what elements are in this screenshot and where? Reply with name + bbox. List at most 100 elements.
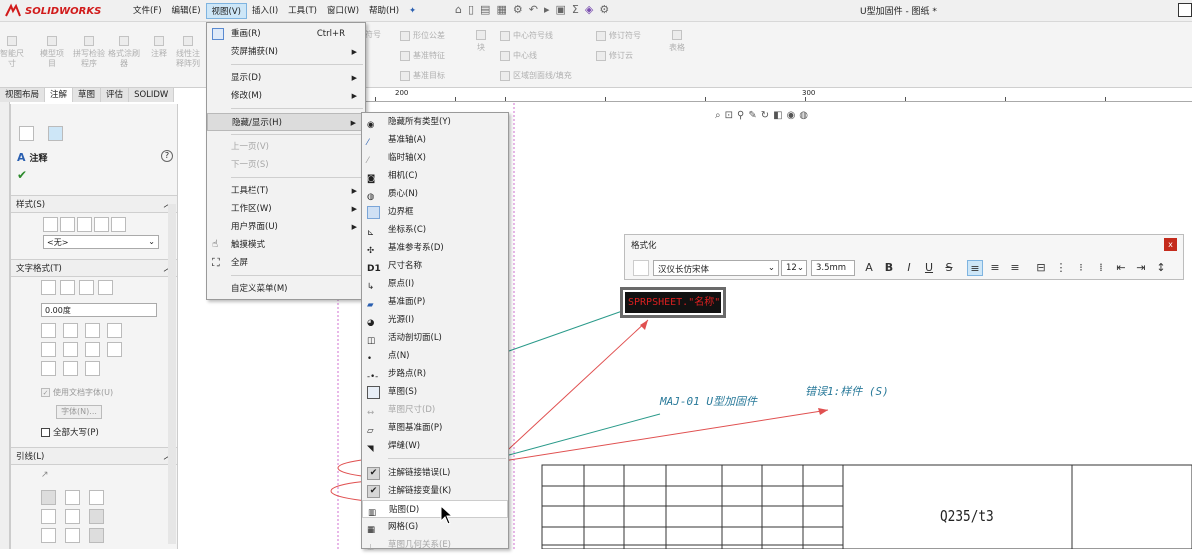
- error-note[interactable]: 错误1:样件 (S): [805, 383, 889, 399]
- submenu-item-sketch-relations[interactable]: ⊥ 草图几何关系(E): [362, 536, 508, 554]
- align-center-icon[interactable]: ≡: [987, 260, 1003, 276]
- submenu-item-lights[interactable]: ◕ 光源(I): [362, 311, 508, 329]
- submenu-item-routing-points[interactable]: -•- 步路点(R): [362, 365, 508, 383]
- underline-icon[interactable]: U: [921, 260, 937, 276]
- menu-item-modify[interactable]: 修改(M) ▶: [207, 87, 365, 105]
- reference-frame-icon: ✣: [367, 246, 375, 256]
- dimension-name-icon: D1: [367, 264, 381, 274]
- align-right-icon[interactable]: ≡: [1007, 260, 1023, 276]
- menu-separator: [231, 275, 363, 276]
- submenu-item-label: 相机(C): [388, 171, 418, 181]
- font-size-value: 12: [786, 263, 797, 273]
- menu-item-customize-menu[interactable]: 自定义菜单(M): [207, 280, 365, 298]
- submenu-item-annotation-link-variables[interactable]: ✔ 注解链接变量(K): [362, 482, 508, 500]
- menu-item-label: 修改(M): [231, 91, 262, 101]
- chevron-right-icon: ▶: [351, 92, 357, 100]
- submenu-item-bounding-box[interactable]: 边界框: [362, 203, 508, 221]
- temp-axis-icon: ⁄: [367, 156, 369, 166]
- chevron-right-icon: ▶: [351, 48, 357, 56]
- menu-item-next-page[interactable]: 下一页(S): [207, 156, 365, 174]
- submenu-item-axes[interactable]: ⁄ 基准轴(A): [362, 131, 508, 149]
- submenu-item-origins[interactable]: ↳ 原点(I): [362, 275, 508, 293]
- menu-item-touch-mode[interactable]: ☝ 触摸模式: [207, 236, 365, 254]
- submenu-item-coordinate-systems[interactable]: ⊾ 坐标系(C): [362, 221, 508, 239]
- sketch-icon: [367, 386, 380, 399]
- menu-item-label: 全屏: [231, 258, 249, 268]
- text-color-icon[interactable]: A: [861, 260, 877, 276]
- submenu-item-label: 网格(G): [388, 522, 419, 532]
- menu-item-hide-show[interactable]: 隐藏/显示(H) ▶: [207, 113, 365, 131]
- close-icon[interactable]: x: [1164, 238, 1177, 251]
- submenu-item-live-section-planes[interactable]: ◫ 活动剖切面(L): [362, 329, 508, 347]
- note-annotation[interactable]: SPRPSHEET."名称": [620, 287, 726, 318]
- align-left-icon[interactable]: ≡: [967, 260, 983, 276]
- menu-item-label: 重画(R): [231, 29, 261, 39]
- indent-increase-icon[interactable]: ⇥: [1133, 260, 1149, 276]
- font-dialog-icon[interactable]: [633, 260, 649, 276]
- submenu-item-decals[interactable]: ▥ 贴图(D): [362, 500, 508, 518]
- decal-icon: ▥: [368, 508, 377, 518]
- submenu-item-sketches[interactable]: 草图(S): [362, 383, 508, 401]
- stack-icon[interactable]: ⊟: [1033, 260, 1049, 276]
- point-icon: •: [367, 354, 373, 364]
- fraction-icon[interactable]: ⋮: [1053, 260, 1069, 276]
- center-of-mass-icon: ◍: [367, 192, 375, 202]
- numbering-icon[interactable]: ⁞: [1093, 260, 1109, 276]
- submenu-item-dimension-names[interactable]: D1 尺寸名称: [362, 257, 508, 275]
- bold-icon[interactable]: B: [881, 260, 897, 276]
- weld-icon: ◥: [367, 444, 374, 454]
- menu-item-fullscreen[interactable]: ⛶ 全屏: [207, 254, 365, 272]
- submenu-item-welds[interactable]: ◥ 焊缝(W): [362, 437, 508, 455]
- part-name-note[interactable]: MAJ-01 U型加固件: [660, 393, 757, 409]
- submenu-item-reference-frames[interactable]: ✣ 基准参考系(D): [362, 239, 508, 257]
- submenu-item-center-of-mass[interactable]: ◍ 质心(N): [362, 185, 508, 203]
- menu-item-screen-capture[interactable]: 荧屏捕获(N) ▶: [207, 43, 365, 61]
- mouse-cursor-icon: [440, 505, 454, 525]
- submenu-item-grid[interactable]: ▦ 网格(G): [362, 518, 508, 536]
- submenu-item-label: 基准面(P): [388, 297, 426, 307]
- plane-icon: ▰: [367, 300, 374, 310]
- text-height-input[interactable]: 3.5mm: [811, 260, 855, 276]
- submenu-item-label: 质心(N): [388, 189, 418, 199]
- menu-item-workspace[interactable]: 工作区(W) ▶: [207, 200, 365, 218]
- submenu-item-label: 点(N): [388, 351, 410, 361]
- menu-item-label: 下一页(S): [231, 160, 269, 170]
- indent-decrease-icon[interactable]: ⇤: [1113, 260, 1129, 276]
- submenu-item-label: 临时轴(X): [388, 153, 426, 163]
- text-height-value: 3.5mm: [816, 263, 847, 273]
- grid-icon: ▦: [367, 525, 376, 535]
- menu-item-label: 上一页(V): [231, 142, 269, 152]
- line-spacing-icon[interactable]: ↕: [1153, 260, 1169, 276]
- strikethrough-icon[interactable]: S: [941, 260, 957, 276]
- touch-icon: ☝: [212, 239, 219, 250]
- font-select[interactable]: 汉仪长仿宋体 ⌄: [653, 260, 779, 276]
- submenu-item-label: 活动剖切面(L): [388, 333, 442, 343]
- chevron-right-icon: ▶: [350, 119, 356, 127]
- redraw-icon: [212, 28, 224, 40]
- submenu-item-sketch-planes[interactable]: ▱ 草图基准面(P): [362, 419, 508, 437]
- menu-item-redraw[interactable]: 重画(R) Ctrl+R: [207, 25, 365, 43]
- menu-item-toolbars[interactable]: 工具栏(T) ▶: [207, 182, 365, 200]
- menu-item-previous-page[interactable]: 上一页(V): [207, 138, 365, 156]
- submenu-item-points[interactable]: • 点(N): [362, 347, 508, 365]
- submenu-item-hide-all-types[interactable]: ◉ 隐藏所有类型(Y): [362, 113, 508, 131]
- submenu-item-temp-axes[interactable]: ⁄ 临时轴(X): [362, 149, 508, 167]
- submenu-item-planes[interactable]: ▰ 基准面(P): [362, 293, 508, 311]
- menu-separator: [231, 134, 363, 135]
- submenu-item-sketch-dimensions[interactable]: ↔ 草图尺寸(D): [362, 401, 508, 419]
- submenu-item-cameras[interactable]: ◙ 相机(C): [362, 167, 508, 185]
- font-size-select[interactable]: 12 ⌄: [781, 260, 807, 276]
- format-toolbar-title: 格式化: [631, 241, 657, 251]
- italic-icon[interactable]: I: [901, 260, 917, 276]
- submenu-item-annotation-link-errors[interactable]: ✔ 注解链接错误(L): [362, 464, 508, 482]
- chevron-down-icon: ⌄: [796, 263, 804, 273]
- section-plane-icon: ◫: [367, 336, 376, 346]
- menu-item-user-interface[interactable]: 用户界面(U) ▶: [207, 218, 365, 236]
- bullets-icon[interactable]: ⁝: [1073, 260, 1089, 276]
- submenu-item-label: 草图(S): [388, 387, 418, 397]
- chevron-right-icon: ▶: [351, 205, 357, 213]
- format-toolbar: 格式化 x 汉仪长仿宋体 ⌄ 12 ⌄ 3.5mm A B I U S ≡ ≡ ≡ …: [624, 234, 1184, 280]
- menu-item-label: 工作区(W): [231, 204, 272, 214]
- menu-item-label: 自定义菜单(M): [231, 284, 288, 294]
- menu-item-display[interactable]: 显示(D) ▶: [207, 69, 365, 87]
